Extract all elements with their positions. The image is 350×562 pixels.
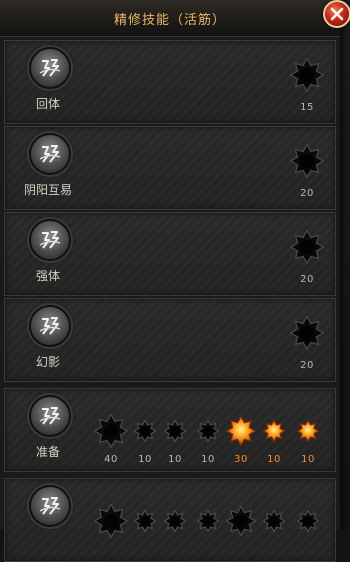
skill-node[interactable]: [296, 419, 320, 443]
skill-node[interactable]: [93, 503, 129, 539]
skill-node[interactable]: [225, 415, 257, 447]
skill-node[interactable]: [289, 229, 325, 265]
skill-name: 阴阳互易: [23, 183, 72, 197]
skill-name: 强体: [35, 269, 60, 283]
skill-row: 幻影 20: [4, 298, 336, 382]
close-icon: [330, 7, 344, 21]
skill-name: 准备: [35, 445, 60, 459]
skill-row: 回体 15: [4, 40, 336, 124]
skill-icon[interactable]: [29, 485, 71, 527]
skill-node[interactable]: [289, 143, 325, 179]
skill-row: 阴阳互易 20: [4, 126, 336, 210]
skill-node[interactable]: [262, 419, 286, 443]
skill-node[interactable]: [296, 509, 320, 533]
skill-icon[interactable]: [29, 305, 71, 347]
skill-node[interactable]: [196, 509, 220, 533]
skill-row: 准备 40 10 10 10 30 10 10: [4, 388, 336, 472]
skill-node-value: 20: [300, 188, 314, 199]
skill-name: 回体: [35, 97, 60, 111]
skill-icon[interactable]: [29, 219, 71, 261]
skill-node-value: 15: [300, 102, 314, 113]
skill-name: 幻影: [35, 355, 60, 369]
skill-node-value: 10: [301, 454, 315, 465]
skill-node-value: 20: [300, 274, 314, 285]
close-button[interactable]: [323, 0, 350, 28]
skill-node[interactable]: [133, 419, 157, 443]
skill-node[interactable]: [163, 509, 187, 533]
skill-row: [4, 478, 336, 562]
skill-node[interactable]: [163, 419, 187, 443]
refine-skills-panel: 精修技能（活筋） 回体 15 阴阳互易 20 强体 20 幻影 20 准备 40 10 10 10 30 1…: [0, 0, 341, 562]
skill-node[interactable]: [289, 57, 325, 93]
panel-title: 精修技能（活筋）: [113, 13, 226, 28]
title-bar: 精修技能（活筋）: [0, 0, 340, 37]
skill-icon[interactable]: [29, 47, 71, 89]
skill-node[interactable]: [196, 419, 220, 443]
skill-node-value: 20: [300, 360, 314, 371]
skill-node[interactable]: [225, 505, 257, 537]
skill-node[interactable]: [289, 315, 325, 351]
skill-node[interactable]: [262, 509, 286, 533]
skill-row: 强体 20: [4, 212, 336, 296]
skill-node[interactable]: [133, 509, 157, 533]
skill-icon[interactable]: [29, 133, 71, 175]
skill-icon[interactable]: [29, 395, 71, 437]
skill-node[interactable]: [93, 413, 129, 449]
